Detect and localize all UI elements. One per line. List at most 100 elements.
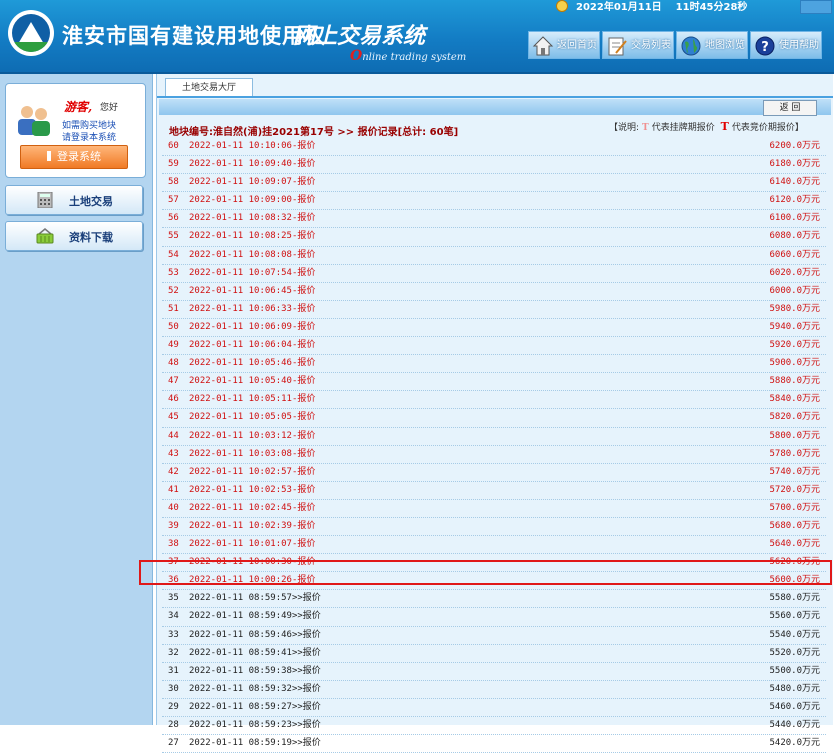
record-title: 地块编号:淮自然(浦)挂2021第17号 >> 报价记录[总计: 60笔]: [169, 127, 459, 138]
list-edit-icon: [608, 37, 627, 56]
guest-label: 游客,: [64, 100, 93, 114]
row-number: 28: [168, 720, 179, 730]
row-time: 2022-01-11 08:59:32>>报价: [189, 683, 321, 694]
current-time: 11时45分28秒: [675, 2, 748, 13]
row-time: 2022-01-11 08:59:23>>报价: [189, 720, 321, 730]
row-price: 5500.0万元: [769, 665, 820, 676]
row-price: 6000.0万元: [769, 285, 820, 296]
row-time: 2022-01-11 10:08:32-报价: [189, 213, 316, 224]
sidebar: 游客, 您好 如需购买地块 请登录本系统 登录系统 土地交易 资料下载: [0, 74, 153, 725]
table-row: 34 2022-01-11 08:59:49>>报价 5560.0万元: [162, 608, 826, 627]
row-time: 2022-01-11 10:06:09-报价: [189, 321, 316, 332]
back-button[interactable]: 返 回: [763, 100, 817, 116]
row-price: 5640.0万元: [769, 539, 820, 550]
row-price: 5920.0万元: [769, 340, 820, 351]
row-time: 2022-01-11 10:05:46-报价: [189, 358, 316, 369]
current-date: 2022年01月11日: [576, 2, 662, 13]
app-subtitle: Online trading system: [350, 48, 466, 64]
nav-home-button[interactable]: 返回首页: [528, 31, 600, 59]
row-number: 31: [168, 665, 179, 676]
row-number: 46: [168, 394, 179, 405]
nav-map-button[interactable]: 地图浏览: [676, 31, 748, 59]
row-time: 2022-01-11 08:59:38>>报价: [189, 665, 321, 676]
row-number: 45: [168, 412, 179, 423]
mountain-logo-icon: [12, 14, 50, 52]
nav-trade-list-button[interactable]: 交易列表: [602, 31, 674, 59]
row-price: 6180.0万元: [769, 159, 820, 170]
row-time: 2022-01-11 10:06:04-报价: [189, 340, 316, 351]
table-row: 45 2022-01-11 10:05:05-报价 5820.0万元: [162, 409, 826, 428]
row-price: 6200.0万元: [769, 141, 820, 151]
table-row: 41 2022-01-11 10:02:53-报价 5720.0万元: [162, 482, 826, 500]
table-row: 57 2022-01-11 10:09:00-报价 6120.0万元: [162, 192, 826, 211]
row-price: 5820.0万元: [769, 412, 820, 423]
globe-icon: [681, 36, 701, 56]
clock-icon: [556, 0, 568, 12]
row-time: 2022-01-11 08:59:27>>报价: [189, 701, 321, 712]
table-row: 38 2022-01-11 10:01:07-报价 5640.0万元: [162, 536, 826, 555]
row-price: 5980.0万元: [769, 303, 820, 314]
bidding-phase-t-icon: T: [720, 120, 729, 133]
nav-help-button[interactable]: ? 使用帮助: [750, 31, 822, 59]
row-time: 2022-01-11 10:09:40-报价: [189, 159, 316, 170]
calculator-icon: [37, 192, 53, 208]
row-price: 5900.0万元: [769, 358, 820, 369]
row-price: 5460.0万元: [769, 701, 820, 712]
table-row: 53 2022-01-11 10:07:54-报价 6020.0万元: [162, 265, 826, 283]
table-row: 52 2022-01-11 10:06:45-报价 6000.0万元: [162, 283, 826, 301]
sidebar-item-land-trade[interactable]: 土地交易: [5, 185, 143, 215]
table-row: 44 2022-01-11 10:03:12-报价 5800.0万元: [162, 428, 826, 446]
row-time: 2022-01-11 10:05:40-报价: [189, 376, 316, 387]
row-number: 30: [168, 683, 179, 694]
row-price: 6020.0万元: [769, 267, 820, 278]
table-row: 47 2022-01-11 10:05:40-报价 5880.0万元: [162, 373, 826, 392]
datetime-bar: 2022年01月11日 11时45分28秒: [556, 0, 747, 14]
key-icon: [47, 151, 51, 161]
row-price: 5540.0万元: [769, 629, 820, 640]
listing-phase-t-icon: T: [642, 123, 649, 133]
row-price: 5680.0万元: [769, 520, 820, 531]
svg-text:?: ?: [761, 40, 769, 55]
welcome-panel: 游客, 您好 如需购买地块 请登录本系统 登录系统: [5, 83, 146, 178]
window-control-button[interactable]: [800, 0, 832, 14]
row-time: 2022-01-11 10:07:54-报价: [189, 267, 316, 278]
row-number: 43: [168, 448, 179, 459]
row-price: 5580.0万元: [769, 593, 820, 604]
table-row: 32 2022-01-11 08:59:41>>报价 5520.0万元: [162, 645, 826, 663]
row-time: 2022-01-11 10:02:53-报价: [189, 484, 316, 495]
login-hint-line2[interactable]: 请登录本系统: [62, 130, 116, 143]
table-row: 29 2022-01-11 08:59:27>>报价 5460.0万元: [162, 699, 826, 717]
sidebar-item-downloads[interactable]: 资料下载: [5, 221, 143, 251]
row-number: 47: [168, 376, 179, 387]
row-number: 53: [168, 267, 179, 278]
row-price: 5840.0万元: [769, 394, 820, 405]
legend: 【说明: T 代表挂牌期报价 T 代表竞价期报价】: [609, 120, 804, 133]
table-row: 31 2022-01-11 08:59:38>>报价 5500.0万元: [162, 663, 826, 681]
bid-record-list: 60 2022-01-11 10:10:06-报价 6200.0万元 59 2022-0…: [162, 138, 826, 753]
logo: [8, 10, 54, 56]
row-price: 5560.0万元: [769, 611, 820, 622]
row-price: 5440.0万元: [769, 720, 820, 730]
table-row: 42 2022-01-11 10:02:57-报价 5740.0万元: [162, 464, 826, 482]
row-number: 38: [168, 539, 179, 550]
row-number: 57: [168, 195, 179, 206]
row-number: 60: [168, 141, 179, 151]
table-row: 35 2022-01-11 08:59:57>>报价 5580.0万元: [162, 590, 826, 609]
table-row: 30 2022-01-11 08:59:32>>报价 5480.0万元: [162, 681, 826, 699]
app-header: 淮安市国有建设用地使用权 网上交易系统 Online trading syste…: [0, 0, 834, 74]
table-row: 58 2022-01-11 10:09:07-报价 6140.0万元: [162, 174, 826, 193]
row-time: 2022-01-11 10:06:45-报价: [189, 285, 316, 296]
table-row: 55 2022-01-11 10:08:25-报价 6080.0万元: [162, 228, 826, 247]
row-price: 6100.0万元: [769, 213, 820, 224]
row-time: 2022-01-11 08:59:41>>报价: [189, 647, 321, 658]
row-time: 2022-01-11 10:09:00-报价: [189, 195, 316, 206]
subtitle-cap: O: [350, 48, 363, 64]
row-time: 2022-01-11 10:01:07-报价: [189, 539, 316, 550]
row-time: 2022-01-11 10:02:45-报价: [189, 502, 316, 513]
login-button[interactable]: 登录系统: [20, 145, 128, 169]
home-icon: [532, 36, 554, 56]
tab-land-trade-hall[interactable]: 土地交易大厅: [165, 78, 253, 97]
row-price: 6080.0万元: [769, 231, 820, 242]
table-row: 50 2022-01-11 10:06:09-报价 5940.0万元: [162, 319, 826, 338]
row-price: 5700.0万元: [769, 502, 820, 513]
